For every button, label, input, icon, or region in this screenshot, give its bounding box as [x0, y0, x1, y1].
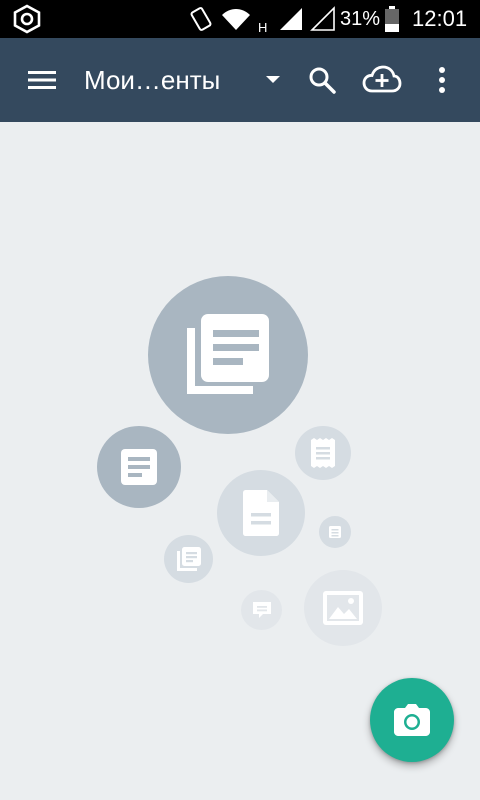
receipt-icon [311, 438, 335, 468]
camera-icon [394, 704, 430, 736]
cloud-add-icon[interactable] [356, 60, 408, 100]
documents-icon [187, 314, 269, 394]
battery-icon [384, 0, 400, 38]
documents-bubble [148, 276, 308, 434]
receipt-bubble [295, 426, 351, 480]
chat-icon [252, 602, 271, 618]
document-icon [121, 449, 157, 485]
hamburger-menu-icon[interactable] [20, 60, 64, 100]
docs-small-bubble [164, 535, 213, 583]
folder-title[interactable]: Мои…енты [84, 62, 220, 98]
app-bar: Мои…енты [0, 38, 480, 122]
cell-signal-icon [278, 0, 304, 38]
status-bar: H 31% 12:01 [0, 0, 480, 38]
image-bubble [304, 570, 382, 646]
image-icon [323, 591, 363, 625]
wifi-icon [220, 0, 252, 38]
more-vert-icon[interactable] [424, 60, 460, 100]
document-bubble [97, 426, 181, 508]
file-bubble [217, 470, 305, 556]
dropdown-arrow-icon[interactable] [258, 62, 288, 98]
app-notification-icon [12, 0, 42, 38]
camera-fab[interactable] [370, 678, 454, 762]
clock: 12:01 [412, 6, 468, 31]
battery-percent: 31% [340, 7, 381, 30]
chat-bubble [241, 590, 282, 630]
small-doc-bubble [319, 516, 351, 548]
file-icon [243, 490, 279, 536]
cell-signal-empty-icon [310, 0, 336, 38]
docs-small-icon [176, 547, 201, 571]
vibrate-icon [188, 0, 214, 38]
search-icon[interactable] [300, 60, 344, 100]
small-doc-icon [329, 526, 341, 538]
